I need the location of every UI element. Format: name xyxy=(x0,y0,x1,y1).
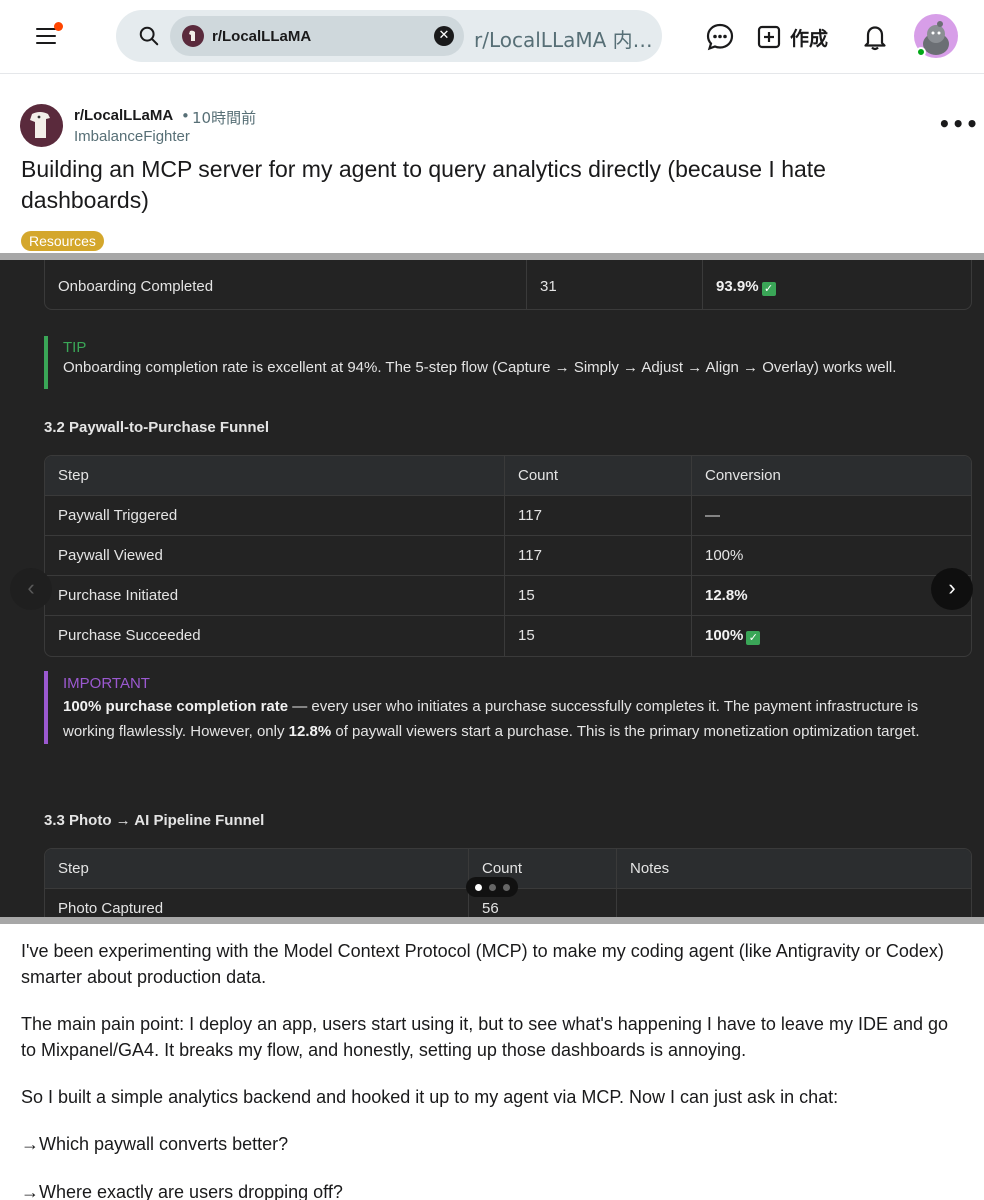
conversion-value: 100% xyxy=(705,627,744,644)
slide-dot[interactable] xyxy=(502,883,510,891)
conversion-cell: 100% ✓ xyxy=(691,616,971,656)
post-title: Building an MCP server for my agent to q… xyxy=(21,156,826,213)
header-count: Count xyxy=(504,456,691,495)
step-cell: Onboarding Completed xyxy=(58,278,214,295)
menu-button[interactable] xyxy=(34,22,64,52)
top-bar: r/LocalLLaMA ✕ r/LocalLLaMA 内を検索してください 作… xyxy=(0,0,984,74)
chat-icon[interactable] xyxy=(705,22,735,52)
body-paragraph: I've been experimenting with the Model C… xyxy=(21,941,944,987)
slide-dot[interactable] xyxy=(474,883,482,891)
chip-label: r/LocalLLaMA xyxy=(212,27,312,45)
header-notes: Notes xyxy=(616,849,971,888)
create-button[interactable]: 作成 xyxy=(756,18,828,56)
hamburger-line xyxy=(36,28,56,30)
count-cell: 15 xyxy=(504,576,691,615)
separator-dot: • xyxy=(181,107,190,125)
count-cell: 15 xyxy=(504,616,691,656)
online-status-dot xyxy=(916,47,926,57)
step-cell: Purchase Initiated xyxy=(58,587,179,604)
count-cell: 31 xyxy=(526,260,702,309)
table-row: Onboarding Completed 31 93.9% ✓ xyxy=(45,260,971,309)
subreddit-icon xyxy=(182,25,204,47)
important-text: 100% purchase completion rate — every us… xyxy=(63,694,972,744)
search-icon xyxy=(139,26,159,46)
post-time: 10時間前 xyxy=(192,109,257,127)
tip-tag: TIP xyxy=(63,339,87,356)
conversion-cell: 100% xyxy=(691,536,971,575)
checkmark-icon: ✓ xyxy=(761,282,776,296)
table-row: Purchase Succeeded 15 100% ✓ xyxy=(45,616,971,656)
tip-callout: TIP Onboarding completion rate is excell… xyxy=(44,336,896,389)
important-text-2: of paywall viewers start a purchase. Thi… xyxy=(331,723,920,740)
image-gallery[interactable]: Onboarding Completed 31 93.9% ✓ TIP Onboa… xyxy=(0,253,984,924)
step-cell: Paywall Triggered xyxy=(58,507,178,524)
step-cell: Purchase Succeeded xyxy=(58,627,201,644)
slide-dot[interactable] xyxy=(488,883,496,891)
close-icon[interactable]: ✕ xyxy=(434,26,454,46)
section-heading-paywall: 3.2 Paywall-to-Purchase Funnel xyxy=(44,419,270,436)
body-question: →Where exactly are users dropping off? xyxy=(21,1182,343,1200)
count-cell: 117 xyxy=(504,536,691,575)
subreddit-name-link[interactable]: r/LocalLLaMA xyxy=(74,107,173,124)
paywall-funnel-table: Step Count Conversion Paywall Triggered … xyxy=(44,455,972,657)
author-link[interactable]: ImbalanceFighter xyxy=(74,128,190,145)
body-paragraph: So I built a simple analytics backend an… xyxy=(21,1087,839,1107)
checkmark-icon: ✓ xyxy=(746,631,761,645)
table-row: Purchase Initiated 15 12.8% xyxy=(45,576,971,616)
next-slide-button[interactable]: › xyxy=(931,568,973,610)
body-question: →Which paywall converts better? xyxy=(21,1134,289,1154)
search-bar[interactable]: r/LocalLLaMA ✕ r/LocalLLaMA 内を検索してください xyxy=(116,10,662,62)
create-label: 作成 xyxy=(790,27,829,50)
onboarding-table: Onboarding Completed 31 93.9% ✓ xyxy=(44,260,972,310)
table-header-row: Step Count Conversion xyxy=(45,456,971,496)
hamburger-line xyxy=(36,35,56,37)
conversion-cell: 93.9% ✓ xyxy=(702,260,971,309)
subreddit-avatar[interactable] xyxy=(20,104,63,147)
bell-icon[interactable] xyxy=(860,22,890,52)
count-cell: 117 xyxy=(504,496,691,535)
step-cell: Photo Captured xyxy=(58,900,164,917)
post-flair[interactable]: Resources xyxy=(21,231,104,251)
search-placeholder[interactable]: r/LocalLLaMA 内を検索してください xyxy=(474,24,654,53)
hamburger-line xyxy=(36,42,56,44)
notes-cell xyxy=(616,889,971,917)
table-row: Paywall Viewed 117 100% xyxy=(45,536,971,576)
notification-dot xyxy=(54,22,63,31)
conversion-cell: — xyxy=(691,496,971,535)
plus-icon xyxy=(757,25,781,49)
header-step: Step xyxy=(58,860,89,877)
conversion-value: 93.9% xyxy=(716,278,759,295)
more-options-button[interactable]: ••• xyxy=(938,112,979,136)
important-bold-1: 100% purchase completion rate xyxy=(63,698,289,715)
previous-slide-button[interactable]: ‹ xyxy=(10,568,52,610)
subreddit-search-chip[interactable]: r/LocalLLaMA ✕ xyxy=(170,16,464,56)
header-step: Step xyxy=(58,467,89,484)
important-bold-2: 12.8% xyxy=(288,723,332,740)
conversion-cell: 12.8% xyxy=(691,576,971,615)
section-heading-pipeline: 3.3 Photo → AI Pipeline Funnel xyxy=(44,812,265,829)
table-row: Paywall Triggered 117 — xyxy=(45,496,971,536)
tip-text: Onboarding completion rate is excellent … xyxy=(63,359,897,376)
important-callout: IMPORTANT 100% purchase completion rate … xyxy=(44,671,972,744)
slide-indicator xyxy=(466,877,518,897)
step-cell: Paywall Viewed xyxy=(58,547,163,564)
header-conversion: Conversion xyxy=(691,456,971,495)
important-tag: IMPORTANT xyxy=(63,675,150,692)
body-paragraph: The main pain point: I deploy an app, us… xyxy=(21,1014,948,1060)
